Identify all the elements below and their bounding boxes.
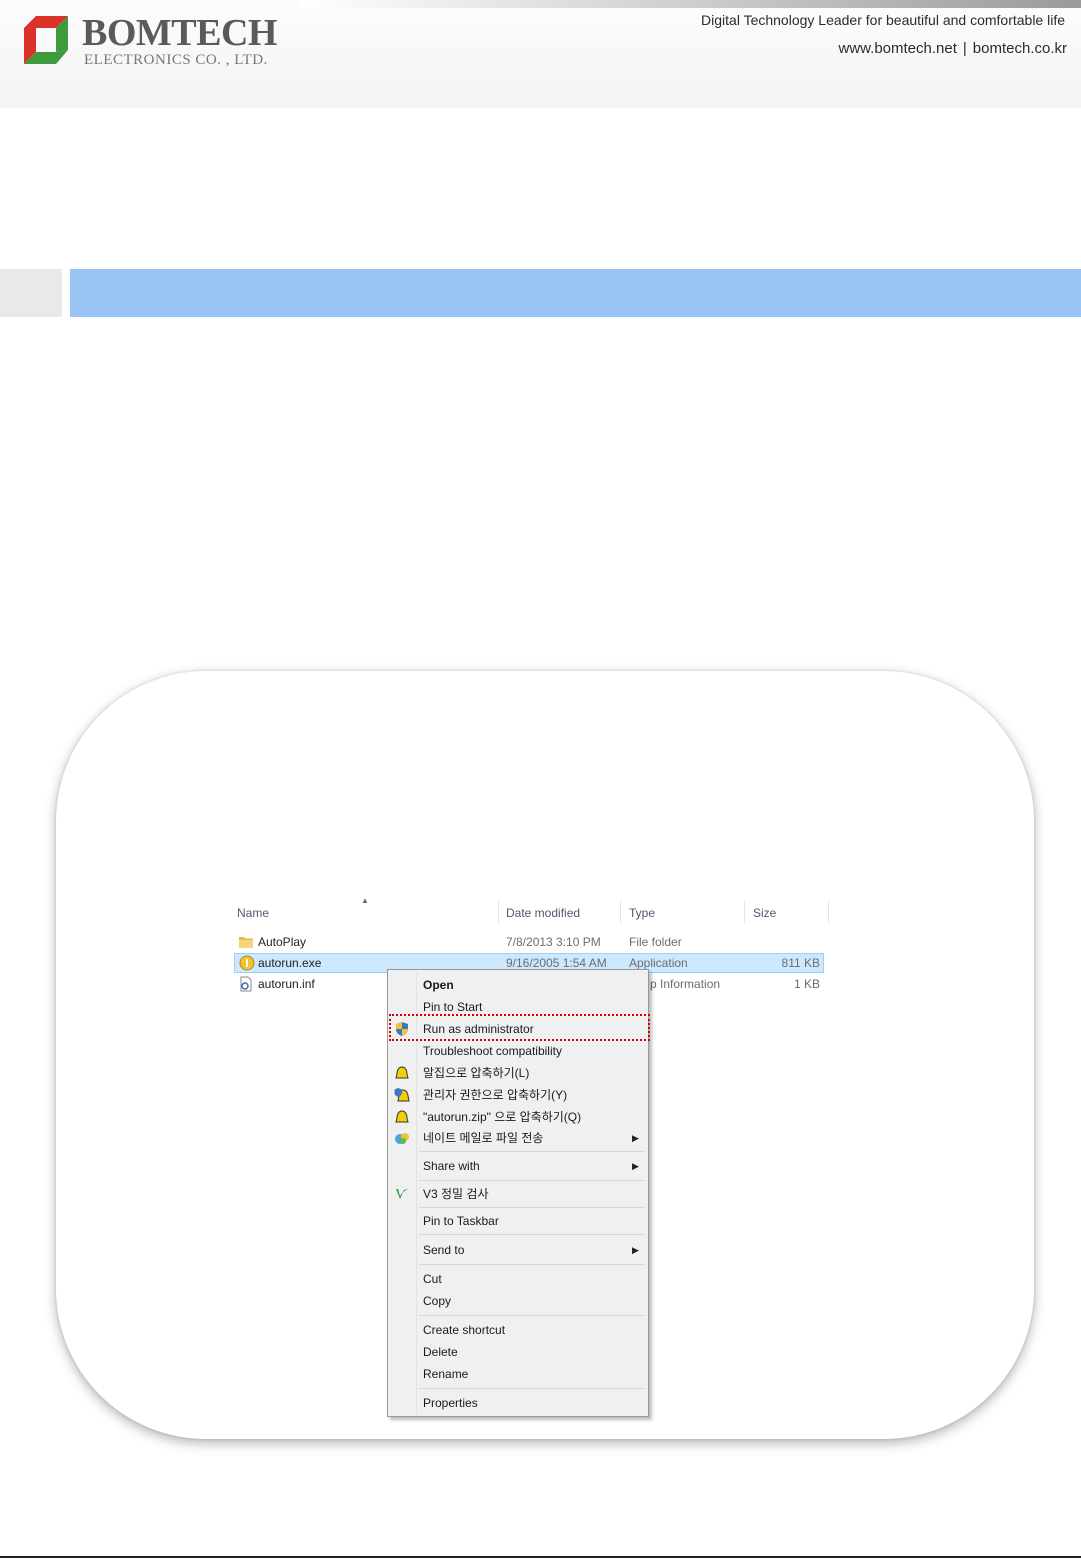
menu-item-rename[interactable]: Rename: [423, 1364, 468, 1384]
setup-information-icon: [240, 976, 252, 992]
menu-item-copy[interactable]: Copy: [423, 1291, 451, 1311]
alzip-admin-icon: [394, 1088, 410, 1102]
menu-separator: [419, 1234, 645, 1235]
website-link-kr[interactable]: bomtech.co.kr: [973, 40, 1067, 57]
column-header-type[interactable]: Type: [629, 906, 655, 920]
submenu-arrow-icon: ▶: [632, 1245, 639, 1255]
brand-subtitle: ELECTRONICS CO. , LTD.: [84, 52, 268, 68]
section-number-box: [0, 269, 62, 317]
file-name: autorun.exe: [258, 956, 322, 970]
column-header-size[interactable]: Size: [753, 906, 776, 920]
alzip-icon: [395, 1066, 409, 1079]
alzip-zip-icon: [395, 1110, 409, 1123]
website-links: www.bomtech.net | bomtech.co.kr: [838, 40, 1067, 58]
brand-name: BOMTECH: [82, 12, 277, 54]
menu-item-v3-scan[interactable]: V3 정밀 검사: [423, 1184, 489, 1204]
column-header-date[interactable]: Date modified: [506, 906, 580, 920]
file-date: 9/16/2005 1:54 AM: [506, 956, 607, 970]
file-type: File folder: [629, 935, 682, 949]
menu-item-create-shortcut[interactable]: Create shortcut: [423, 1320, 505, 1340]
nate-mail-icon: [395, 1133, 409, 1144]
file-explorer-screenshot: ▲ Name Date modified Type Size AutoPlay …: [222, 894, 832, 1427]
website-link-net[interactable]: www.bomtech.net: [838, 40, 956, 57]
menu-item-delete[interactable]: Delete: [423, 1342, 458, 1362]
menu-item-pin-to-taskbar[interactable]: Pin to Taskbar: [423, 1211, 499, 1231]
menu-separator: [419, 1180, 645, 1181]
tagline: Digital Technology Leader for beautiful …: [701, 12, 1065, 28]
menu-separator: [419, 1388, 645, 1389]
menu-item-troubleshoot[interactable]: Troubleshoot compatibility: [423, 1041, 562, 1061]
menu-separator: [419, 1207, 645, 1208]
menu-item-send-to[interactable]: Send to: [423, 1240, 464, 1260]
file-type: Application: [629, 956, 688, 970]
menu-item-cut[interactable]: Cut: [423, 1269, 442, 1289]
column-divider[interactable]: [620, 900, 621, 924]
menu-item-alzip-compress[interactable]: 알집으로 압축하기(L): [423, 1063, 529, 1083]
menu-item-properties[interactable]: Properties: [423, 1393, 478, 1413]
menu-separator: [419, 1264, 645, 1265]
menu-separator: [419, 1315, 645, 1316]
page-header: BOMTECH ELECTRONICS CO. , LTD. Digital T…: [0, 0, 1081, 108]
file-name: AutoPlay: [258, 935, 307, 949]
footer-rule: [0, 1556, 1081, 1558]
section-title-bar: [70, 269, 1081, 317]
application-icon: [239, 955, 255, 971]
column-divider[interactable]: [744, 900, 745, 924]
file-size: 1 KB: [793, 977, 820, 991]
menu-item-admin-compress[interactable]: 관리자 권한으로 압축하기(Y): [423, 1085, 567, 1105]
column-divider[interactable]: [498, 900, 499, 924]
column-header-name[interactable]: Name: [237, 906, 269, 920]
menu-item-zip-compress[interactable]: "autorun.zip" 으로 압축하기(Q): [423, 1107, 581, 1127]
bomtech-logo-icon: [24, 16, 68, 64]
submenu-arrow-icon: ▶: [632, 1133, 639, 1143]
file-name: autorun.inf: [258, 977, 315, 991]
folder-icon: [239, 937, 253, 948]
menu-item-share-with[interactable]: Share with: [423, 1156, 480, 1176]
run-as-admin-highlight: [389, 1014, 650, 1041]
file-type: p Information: [650, 977, 721, 991]
link-divider: |: [962, 40, 967, 57]
file-date: 7/8/2013 3:10 PM: [506, 935, 601, 949]
menu-separator: [419, 1151, 645, 1152]
submenu-arrow-icon: ▶: [632, 1161, 639, 1171]
menu-item-open[interactable]: Open: [423, 975, 454, 995]
file-size: 811 KB: [781, 956, 820, 970]
v3-antivirus-icon: [396, 1189, 408, 1199]
header-top-gradient: [300, 0, 1081, 8]
sort-ascending-icon: ▲: [361, 896, 369, 905]
column-divider[interactable]: [828, 900, 829, 924]
menu-item-nate-mail[interactable]: 네이트 메일로 파일 전송: [423, 1128, 543, 1148]
file-row[interactable]: AutoPlay 7/8/2013 3:10 PM File folder: [234, 932, 824, 952]
